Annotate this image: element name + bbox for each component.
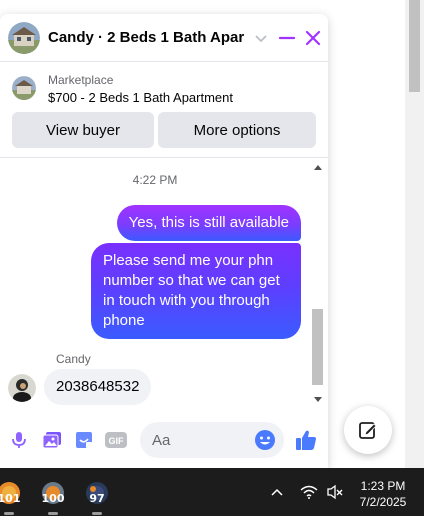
weather-app-icon[interactable]: 101: [0, 481, 22, 515]
page-scrollbar[interactable]: [405, 0, 424, 468]
message-composer: GIF Aa: [0, 420, 328, 460]
page-scrollbar-thumb[interactable]: [409, 0, 420, 92]
svg-text:GIF: GIF: [109, 436, 125, 446]
weather-app-icon[interactable]: 97: [84, 481, 110, 515]
microphone-icon[interactable]: [3, 424, 35, 456]
weather-app-icon[interactable]: 100: [40, 481, 66, 515]
listing-avatar[interactable]: [8, 21, 40, 54]
compose-icon: [359, 422, 377, 439]
taskbar: 101 100 97 1:23 PM 7/2/2025: [0, 468, 424, 516]
marketplace-label: Marketplace: [48, 73, 114, 87]
message-scrollbar-thumb[interactable]: [312, 309, 323, 385]
marketplace-listing: Marketplace $700 - 2 Beds 1 Bath Apartme…: [0, 62, 328, 158]
thumbs-up-icon[interactable]: [292, 424, 320, 456]
volume-muted-icon[interactable]: [324, 482, 346, 502]
outgoing-message[interactable]: Please send me your phn number so that w…: [91, 243, 301, 339]
chat-title[interactable]: Candy · 2 Beds 1 Bath Apar...: [48, 29, 244, 46]
chat-header: Candy · 2 Beds 1 Bath Apar...: [0, 14, 328, 62]
message-timestamp: 4:22 PM: [132, 173, 178, 187]
gif-icon[interactable]: GIF: [100, 424, 132, 456]
chevron-up-icon[interactable]: [268, 482, 286, 502]
incoming-message[interactable]: 2038648532: [44, 369, 152, 405]
more-options-button[interactable]: More options: [158, 112, 316, 148]
sender-name: Candy: [56, 352, 91, 366]
clock-date: 7/2/2025: [359, 495, 407, 509]
scroll-up-arrow-icon[interactable]: [314, 165, 322, 170]
sender-avatar[interactable]: [8, 374, 36, 402]
outgoing-message[interactable]: Yes, this is still available: [116, 205, 301, 241]
view-buyer-button[interactable]: View buyer: [12, 112, 154, 148]
message-input-placeholder: Aa: [152, 431, 171, 449]
emoji-icon[interactable]: [254, 429, 276, 451]
close-icon[interactable]: [300, 24, 326, 52]
message-list[interactable]: 4:22 PM Yes, this is still available Ple…: [0, 159, 328, 407]
photo-icon[interactable]: [36, 424, 68, 456]
new-message-button[interactable]: [344, 406, 392, 454]
sticker-icon[interactable]: [68, 424, 100, 456]
wifi-icon[interactable]: [298, 482, 320, 502]
chat-window: Candy · 2 Beds 1 Bath Apar... Marketplac…: [0, 14, 328, 468]
scroll-down-arrow-icon[interactable]: [314, 397, 322, 402]
message-input[interactable]: Aa: [140, 422, 284, 458]
chevron-down-icon[interactable]: [248, 24, 274, 52]
clock-time: 1:23 PM: [360, 479, 406, 493]
message-scrollbar[interactable]: [311, 159, 324, 407]
minimize-icon[interactable]: [274, 24, 300, 52]
listing-thumbnail: [12, 76, 36, 100]
system-clock[interactable]: 1:23 PM 7/2/2025: [352, 478, 414, 510]
listing-title[interactable]: $700 - 2 Beds 1 Bath Apartment: [48, 88, 233, 108]
